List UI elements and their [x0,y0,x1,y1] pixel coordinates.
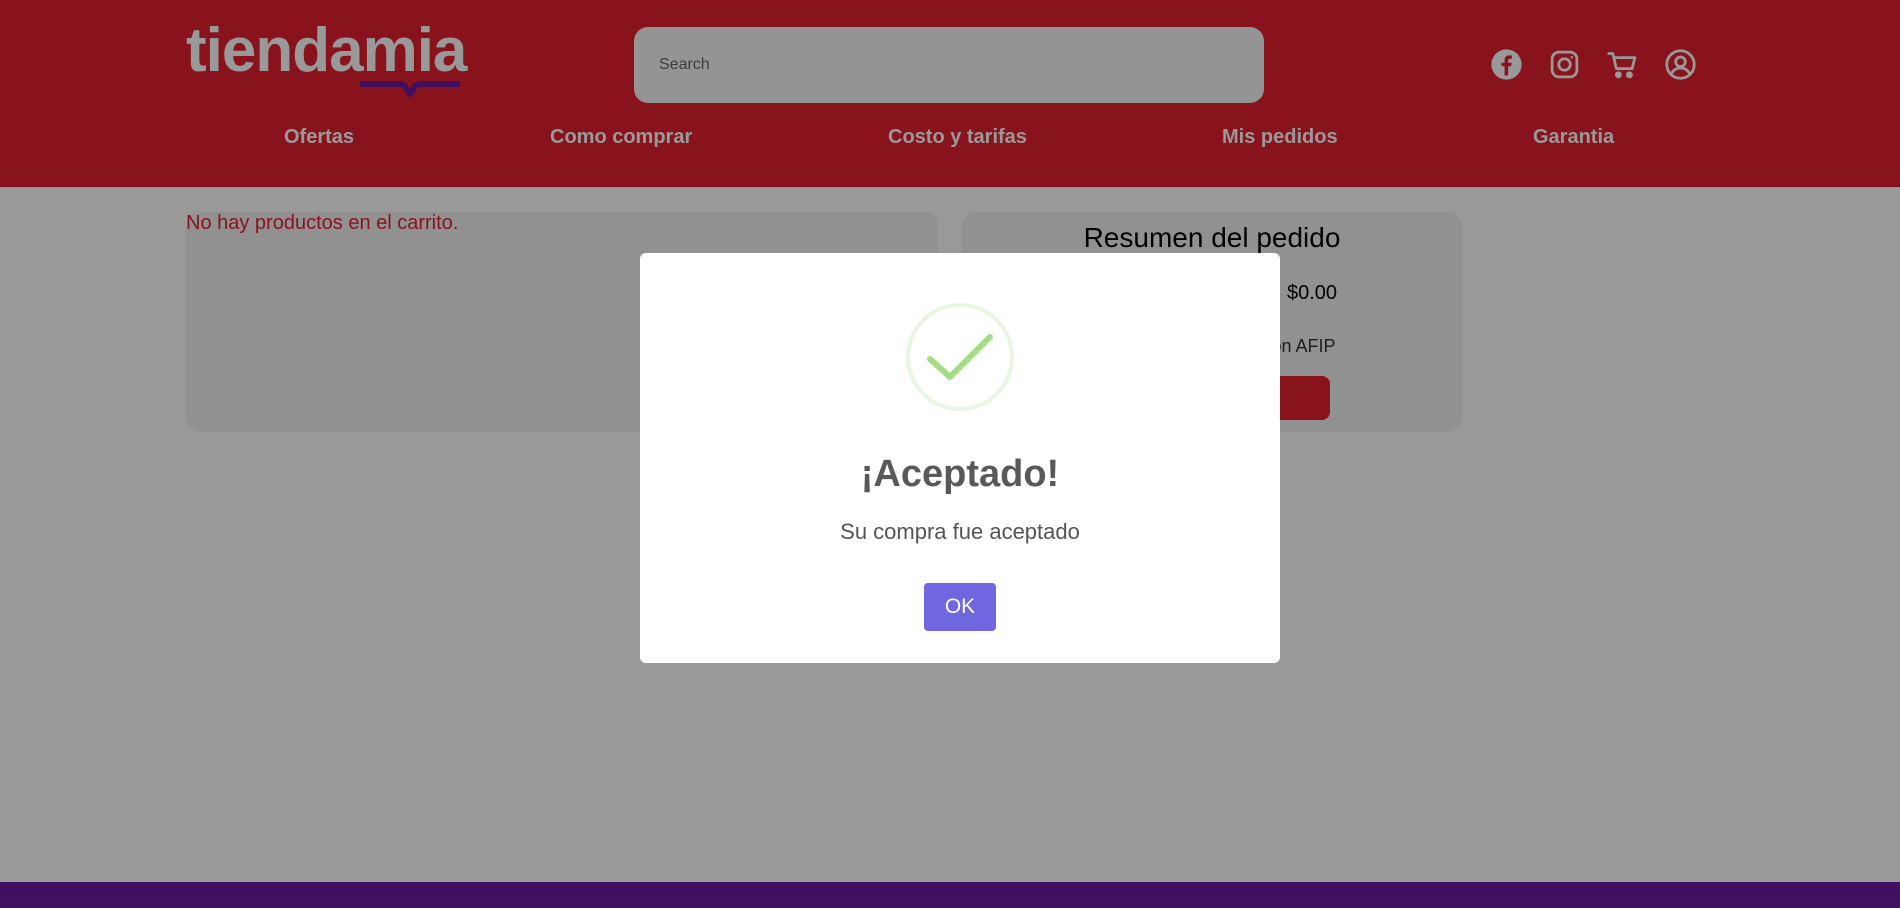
success-dialog: ¡Aceptado! Su compra fue aceptado OK [640,253,1280,663]
success-check-icon [906,303,1014,411]
modal-overlay[interactable]: ¡Aceptado! Su compra fue aceptado OK [0,0,1900,908]
dialog-title: ¡Aceptado! [860,453,1060,495]
ok-button[interactable]: OK [924,583,996,631]
page: tiendamia Search Ofertas Como comprar Co… [0,0,1900,908]
dialog-message: Su compra fue aceptado [840,519,1080,544]
